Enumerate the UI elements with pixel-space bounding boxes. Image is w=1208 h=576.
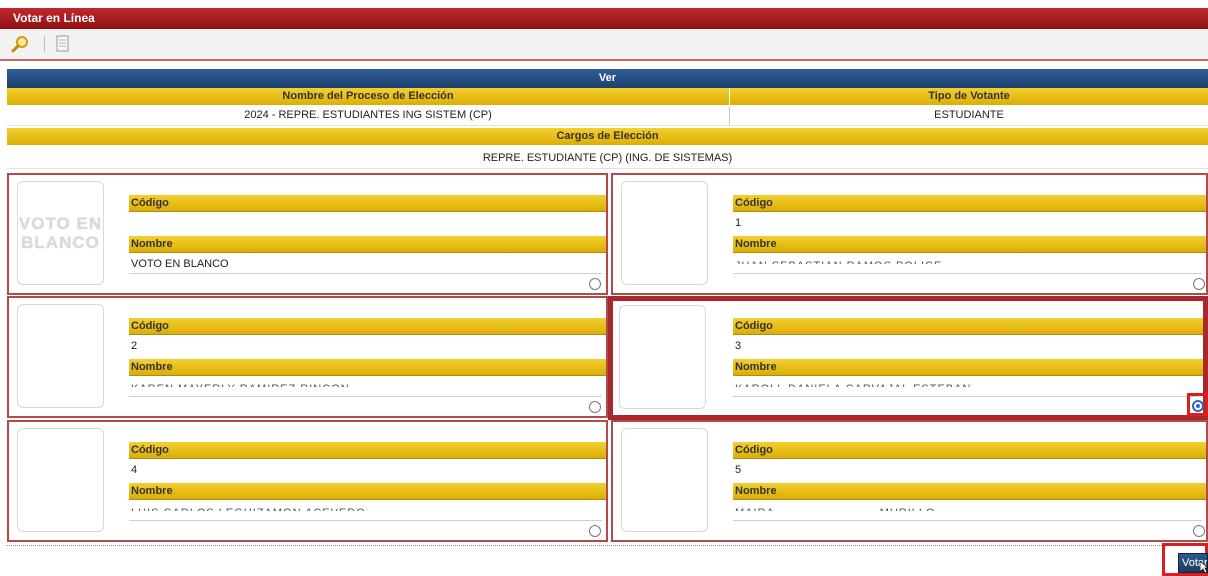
footer-divider xyxy=(7,545,1208,546)
toolbar xyxy=(0,29,1208,61)
candidate-photo xyxy=(621,428,708,532)
positions-value: REPRE. ESTUDIANTE (CP) (ING. DE SISTEMAS… xyxy=(7,147,1208,169)
candidate-photo xyxy=(17,428,104,532)
candidate-code: 4 xyxy=(131,464,138,476)
toolbar-separator xyxy=(44,36,45,52)
candidate-code: 5 xyxy=(735,464,742,476)
candidate-card-1[interactable]: Código 1 Nombre JUAN SEBASTIAN RAMOS POL… xyxy=(611,173,1208,295)
candidate-card-3-selected[interactable]: Código 3 Nombre KAROLL DANIELA CARVAJAL … xyxy=(608,296,1208,420)
search-icon[interactable] xyxy=(10,34,30,54)
divider xyxy=(733,396,1199,397)
candidate-name: MAIRA MURILLO xyxy=(733,503,1206,511)
divider xyxy=(129,273,602,274)
window-title: Votar en Línea xyxy=(0,8,1208,29)
name-label: Nombre xyxy=(129,483,606,500)
process-header-row: Nombre del Proceso de Elección Tipo de V… xyxy=(7,88,1208,105)
candidate-photo xyxy=(17,304,104,408)
divider xyxy=(733,520,1202,521)
divider xyxy=(129,520,602,521)
divider xyxy=(129,396,602,397)
name-label: Nombre xyxy=(733,359,1203,376)
candidate-radio-selected[interactable] xyxy=(1192,400,1204,412)
code-label: Código xyxy=(733,195,1206,212)
candidate-code: 1 xyxy=(735,217,742,229)
positions-header: Cargos de Elección xyxy=(7,128,1208,145)
candidate-card-blank[interactable]: VOTO EN BLANCO Código Nombre VOTO EN BLAN… xyxy=(7,173,608,295)
candidate-radio[interactable] xyxy=(1193,525,1205,537)
blank-vote-image-text: VOTO EN BLANCO xyxy=(18,214,103,252)
candidate-name: VOTO EN BLANCO xyxy=(131,258,229,270)
candidate-name: LUIS CARLOS LEGUIZAMON ACEVEDO xyxy=(129,503,606,511)
mouse-cursor-icon xyxy=(1199,560,1208,574)
voter-type-value: ESTUDIANTE xyxy=(730,107,1208,126)
section-header: Ver xyxy=(7,69,1208,88)
code-label: Código xyxy=(129,318,606,335)
process-name-value: 2024 - REPRE. ESTUDIANTES ING SISTEM (CP… xyxy=(7,107,730,126)
candidate-card-2[interactable]: Código 2 Nombre KAREN MAYERLY RAMIREZ RI… xyxy=(7,296,608,418)
name-label: Nombre xyxy=(129,236,606,253)
process-name-header: Nombre del Proceso de Elección xyxy=(7,88,730,105)
code-label: Código xyxy=(129,442,606,459)
candidate-card-5[interactable]: Código 5 Nombre MAIRA MURILLO xyxy=(611,420,1208,542)
code-label: Código xyxy=(733,442,1206,459)
name-label: Nombre xyxy=(129,359,606,376)
candidate-card-4[interactable]: Código 4 Nombre LUIS CARLOS LEGUIZAMON A… xyxy=(7,420,608,542)
candidate-photo: VOTO EN BLANCO xyxy=(17,181,104,285)
name-label: Nombre xyxy=(733,483,1206,500)
candidate-radio[interactable] xyxy=(589,401,601,413)
candidate-name: KAREN MAYERLY RAMIREZ RINCON xyxy=(129,379,606,387)
code-label: Código xyxy=(733,318,1203,335)
candidate-code: 3 xyxy=(735,340,742,352)
divider xyxy=(733,273,1202,274)
document-icon[interactable] xyxy=(53,34,73,54)
candidate-photo xyxy=(619,305,706,409)
candidate-radio[interactable] xyxy=(589,525,601,537)
candidate-radio[interactable] xyxy=(589,278,601,290)
candidate-code: 2 xyxy=(131,340,138,352)
candidate-name: JUAN SEBASTIAN RAMOS POLICE xyxy=(733,256,1206,264)
candidate-code xyxy=(129,215,606,231)
candidate-name: KAROLL DANIELA CARVAJAL ESTEBAN xyxy=(733,379,1203,387)
voter-type-header: Tipo de Votante xyxy=(730,88,1208,105)
candidate-radio[interactable] xyxy=(1193,278,1205,290)
process-value-row: 2024 - REPRE. ESTUDIANTES ING SISTEM (CP… xyxy=(7,107,1208,126)
name-label: Nombre xyxy=(733,236,1206,253)
candidate-photo xyxy=(621,181,708,285)
code-label: Código xyxy=(129,195,606,212)
